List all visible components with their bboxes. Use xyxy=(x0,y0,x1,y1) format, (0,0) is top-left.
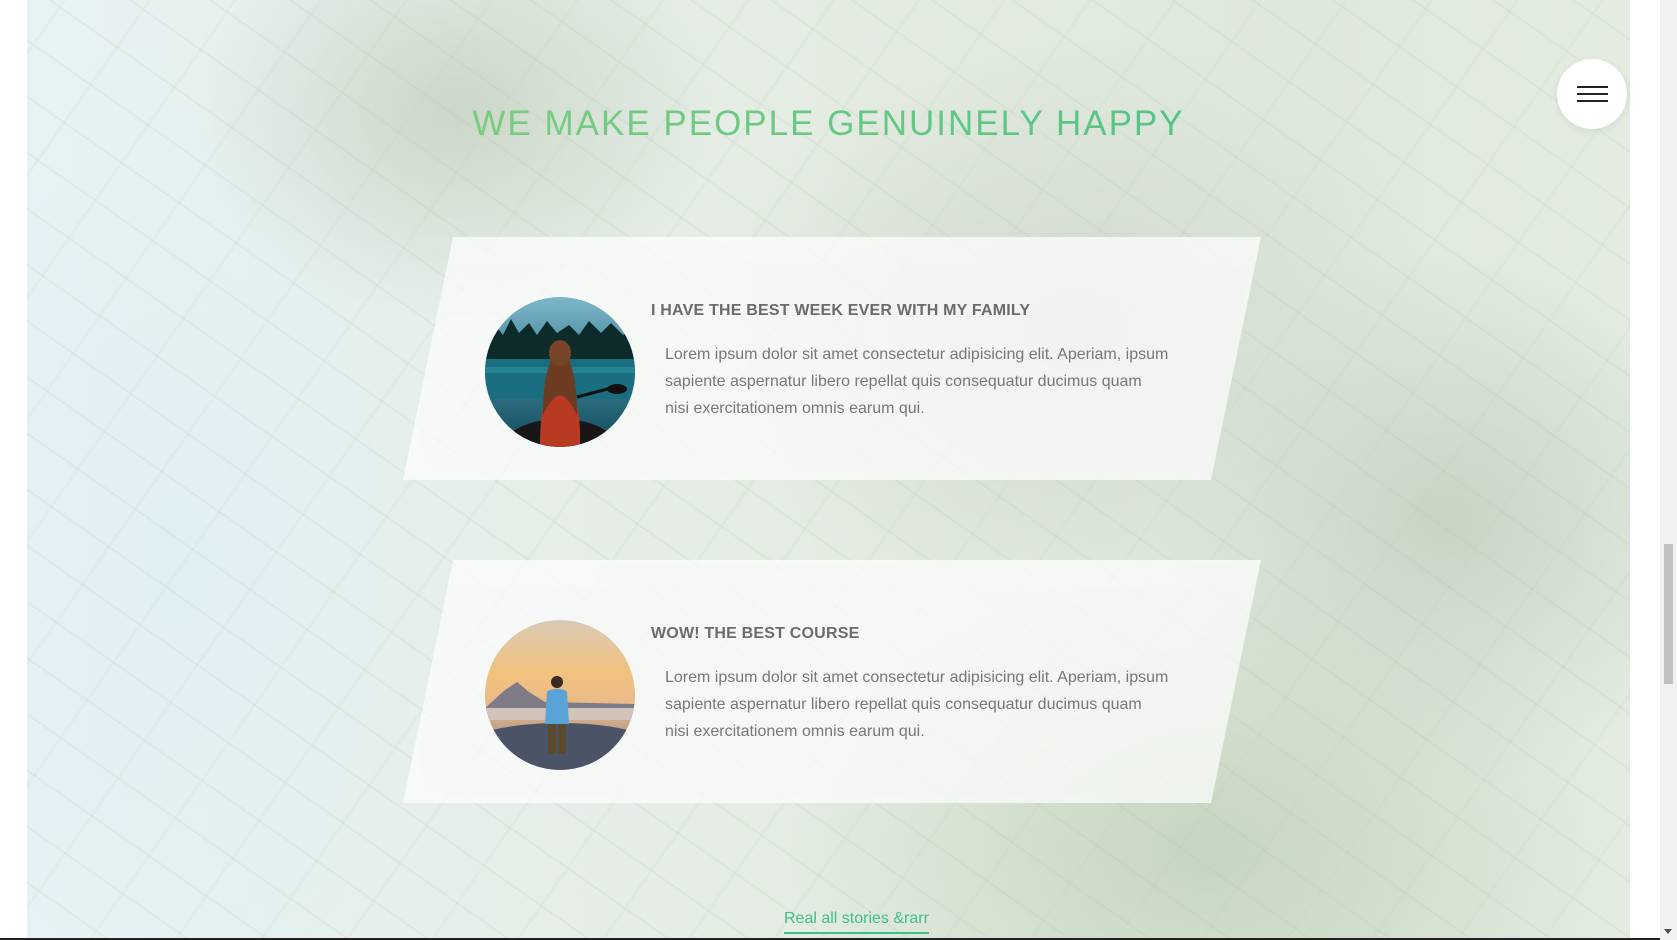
scrollbar-thumb[interactable] xyxy=(1664,544,1673,684)
testimonial-card: WOW! THE BEST COURSE Lorem ipsum dolor s… xyxy=(403,560,1261,803)
page-scrollbar[interactable] xyxy=(1660,0,1677,940)
stories-section: WE MAKE PEOPLE GENUINELY HAPPY I HAVE TH… xyxy=(27,0,1630,940)
testimonial-card: I HAVE THE BEST WEEK EVER WITH MY FAMILY… xyxy=(403,237,1261,480)
hamburger-menu-icon[interactable] xyxy=(1557,59,1627,129)
testimonial-text: Lorem ipsum dolor sit amet consectetur a… xyxy=(665,346,1169,417)
page: WE MAKE PEOPLE GENUINELY HAPPY I HAVE TH… xyxy=(0,0,1677,940)
man-at-sunset-photo xyxy=(485,620,635,770)
menu-line xyxy=(1577,86,1608,88)
testimonial-text: Lorem ipsum dolor sit amet consectetur a… xyxy=(665,669,1169,740)
read-all-stories-link[interactable]: Real all stories &rarr xyxy=(784,910,929,934)
woman-in-canoe-photo xyxy=(485,297,635,447)
scroll-down-arrow-icon[interactable] xyxy=(1664,929,1672,934)
section-title: WE MAKE PEOPLE GENUINELY HAPPY xyxy=(27,104,1630,144)
menu-line xyxy=(1577,93,1608,95)
testimonial-title: WOW! THE BEST COURSE xyxy=(651,625,860,642)
testimonial-title: I HAVE THE BEST WEEK EVER WITH MY FAMILY xyxy=(651,302,1031,319)
menu-line xyxy=(1577,100,1608,102)
